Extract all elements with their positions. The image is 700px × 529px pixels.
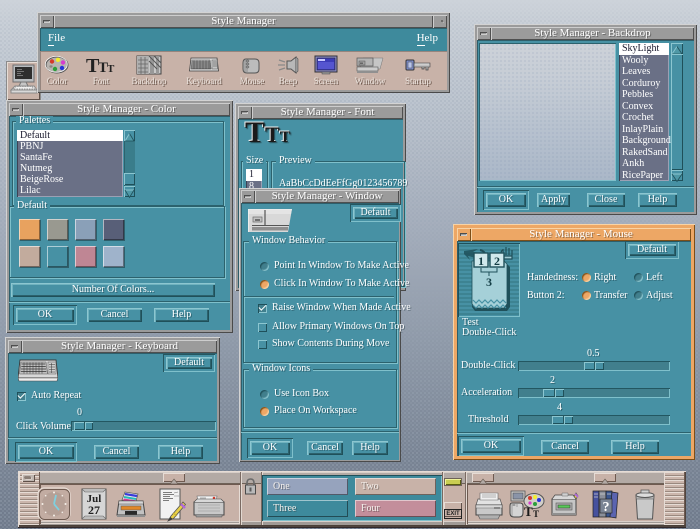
svg-text:T: T bbox=[107, 63, 115, 75]
svg-text:T: T bbox=[524, 504, 533, 519]
svg-text:27: 27 bbox=[88, 503, 100, 517]
svg-text:1: 1 bbox=[478, 254, 484, 268]
svg-text:?: ? bbox=[603, 500, 610, 515]
svg-text:2: 2 bbox=[494, 254, 500, 268]
svg-text:3: 3 bbox=[486, 275, 492, 289]
svg-text:T: T bbox=[533, 509, 539, 519]
